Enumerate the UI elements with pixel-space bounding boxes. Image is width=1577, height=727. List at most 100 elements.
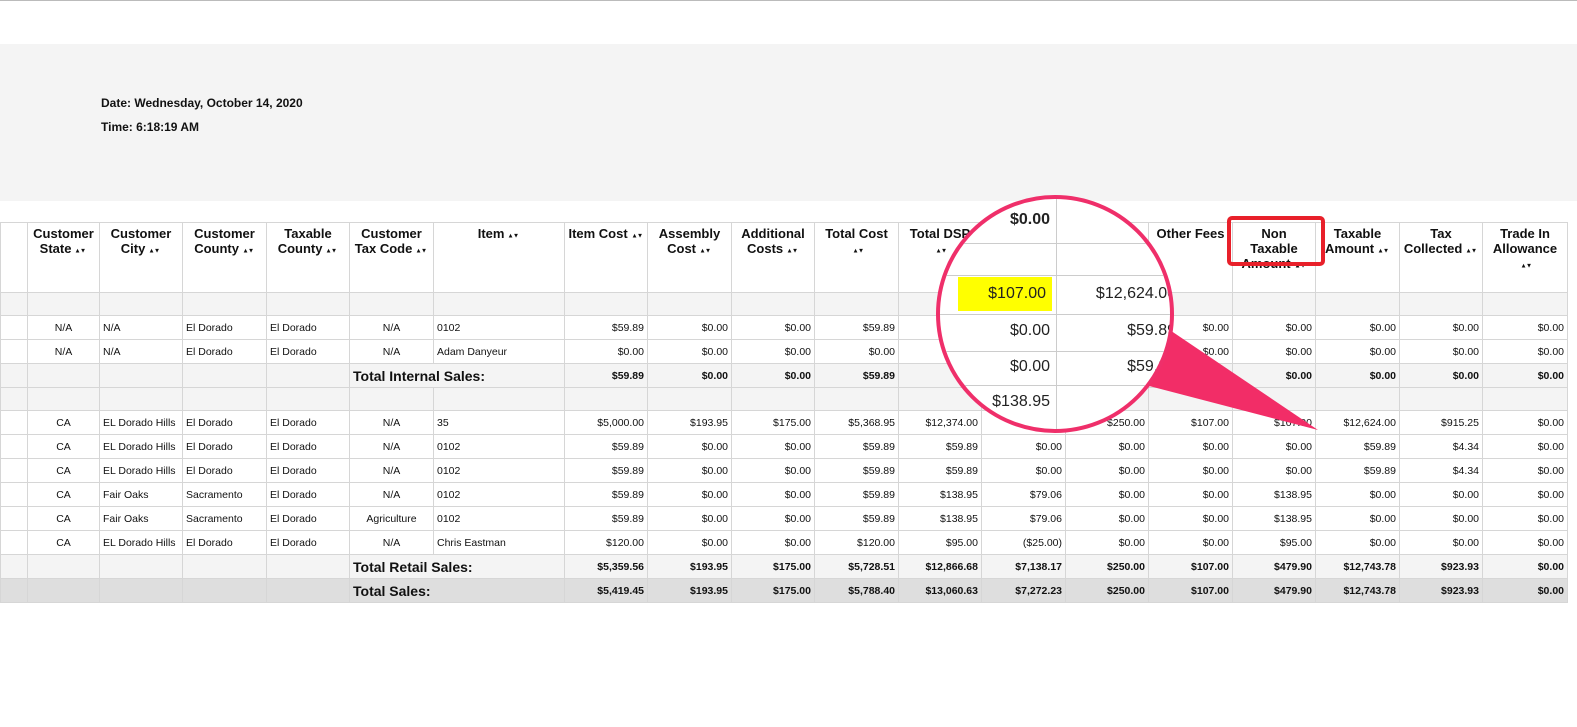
total-cell: $479.90 (1232, 578, 1316, 603)
table-cell: 0102 (433, 458, 565, 483)
total-cell: $479.90 (1232, 554, 1316, 579)
non-taxable-highlight (1227, 216, 1325, 266)
table-cell: $193.95 (647, 410, 732, 435)
table-cell: N/A (349, 458, 434, 483)
table-cell: $0.00 (1315, 530, 1400, 555)
column-header[interactable]: Additional Costs ▲▼ (731, 222, 815, 293)
sort-icon[interactable]: ▲▼ (242, 245, 254, 257)
table-cell: $0.00 (1482, 530, 1568, 555)
table-cell: $0.00 (647, 482, 732, 507)
table-row: CA EL Dorado Hills El Dorado El Dorado N/A 01… (0, 434, 1568, 459)
table-cell: $59.89 (814, 482, 899, 507)
report-date: Date: Wednesday, October 14, 2020 (101, 96, 303, 110)
table-cell: $0.00 (1482, 410, 1568, 435)
table-cell (0, 530, 28, 555)
table-cell: $0.00 (1148, 458, 1233, 483)
zoom-cell: $59.89 (1127, 358, 1174, 375)
table-cell (0, 410, 28, 435)
table-cell: EL Dorado Hills (99, 434, 183, 459)
column-header[interactable]: Total Cost ▲▼ (814, 222, 899, 293)
total-cell: $7,138.17 (981, 554, 1066, 579)
column-header[interactable]: Item ▲▼ (433, 222, 565, 293)
table-cell: N/A (349, 410, 434, 435)
table-cell: $0.00 (647, 434, 732, 459)
zoom-cell-highlighted: $107.00 (958, 277, 1052, 311)
column-header-label: Item (477, 226, 505, 241)
table-cell: El Dorado (182, 458, 267, 483)
table-cell: $79.06 (981, 482, 1066, 507)
column-header[interactable]: Tax Collected ▲▼ (1399, 222, 1483, 293)
table-cell (0, 339, 28, 364)
column-header[interactable]: Customer County ▲▼ (182, 222, 267, 293)
table-cell: $120.00 (814, 530, 899, 555)
table-cell: CA (27, 434, 100, 459)
sort-icon[interactable]: ▲▼ (935, 245, 947, 257)
table-cell: El Dorado (266, 506, 350, 531)
table-cell: $95.00 (1232, 530, 1316, 555)
table-cell: $0.00 (981, 458, 1066, 483)
table-cell: $0.00 (731, 315, 815, 340)
table-header-row: Customer State ▲▼ Customer City ▲▼ Customer … (0, 222, 1568, 293)
table-cell: $0.00 (1399, 506, 1483, 531)
column-header[interactable]: Trade In Allowance ▲▼ (1482, 222, 1568, 293)
table-cell: $59.89 (1315, 434, 1400, 459)
sales-report-table: Customer State ▲▼ Customer City ▲▼ Customer … (0, 222, 1568, 603)
table-cell (0, 506, 28, 531)
total-cell: $12,743.78 (1315, 554, 1400, 579)
total-cell: $175.00 (731, 578, 815, 603)
table-cell: CA (27, 530, 100, 555)
column-header[interactable]: Item Cost ▲▼ (564, 222, 648, 293)
table-cell: $0.00 (1399, 530, 1483, 555)
table-cell: $0.00 (731, 482, 815, 507)
table-cell: $175.00 (731, 410, 815, 435)
table-cell: N/A (349, 434, 434, 459)
table-cell: $12,624.00 (1315, 410, 1400, 435)
column-header[interactable]: Taxable County ▲▼ (266, 222, 350, 293)
sort-icon[interactable]: ▲▼ (787, 245, 799, 257)
column-header[interactable]: Customer Tax Code ▲▼ (349, 222, 434, 293)
column-header-label: Customer City (110, 226, 172, 256)
table-cell: CA (27, 458, 100, 483)
sort-icon[interactable]: ▲▼ (852, 245, 864, 257)
sort-icon[interactable]: ▲▼ (1466, 245, 1478, 257)
table-cell: CA (27, 482, 100, 507)
column-header[interactable]: Taxable Amount ▲▼ (1315, 222, 1400, 293)
top-border (0, 0, 1577, 1)
sort-icon[interactable]: ▲▼ (508, 230, 520, 242)
table-cell: 0102 (433, 506, 565, 531)
table-cell: $59.89 (814, 315, 899, 340)
table-cell: Sacramento (182, 506, 267, 531)
column-header[interactable]: Assembly Cost ▲▼ (647, 222, 732, 293)
column-header-label: Taxable County (277, 226, 332, 256)
sort-icon[interactable]: ▲▼ (631, 230, 643, 242)
table-row: N/A N/A El Dorado El Dorado N/A Adam Danyeur $… (0, 339, 1568, 364)
total-cell: $107.00 (1148, 554, 1233, 579)
sort-icon[interactable]: ▲▼ (75, 245, 87, 257)
sort-icon[interactable]: ▲▼ (326, 245, 338, 257)
column-header (0, 222, 28, 293)
total-cell: $0.00 (1232, 363, 1316, 388)
table-cell: N/A (349, 530, 434, 555)
table-cell: $59.89 (898, 458, 982, 483)
zoom-cell: $59.89 (1127, 322, 1174, 339)
zoom-cell: $0.00 (1009, 322, 1050, 339)
total-cell: $5,788.40 (814, 578, 899, 603)
table-cell: $0.00 (1482, 506, 1568, 531)
column-header[interactable]: Customer City ▲▼ (99, 222, 183, 293)
sort-icon[interactable]: ▲▼ (1378, 245, 1390, 257)
column-header-label: Customer Tax Code (354, 226, 422, 256)
total-cell: $5,359.56 (564, 554, 648, 579)
sort-icon[interactable]: ▲▼ (699, 245, 711, 257)
table-cell: $59.89 (564, 506, 648, 531)
total-cell: $0.00 (1482, 363, 1568, 388)
table-cell: $0.00 (731, 506, 815, 531)
total-cell: $250.00 (1065, 578, 1149, 603)
sort-icon[interactable]: ▲▼ (149, 245, 161, 257)
sort-icon[interactable]: ▲▼ (1520, 260, 1532, 272)
sort-icon[interactable]: ▲▼ (416, 245, 428, 257)
table-cell: $0.00 (1065, 506, 1149, 531)
column-header[interactable]: Customer State ▲▼ (27, 222, 100, 293)
table-cell: N/A (349, 339, 434, 364)
table-cell: $138.95 (1232, 506, 1316, 531)
table-cell: $0.00 (1482, 482, 1568, 507)
